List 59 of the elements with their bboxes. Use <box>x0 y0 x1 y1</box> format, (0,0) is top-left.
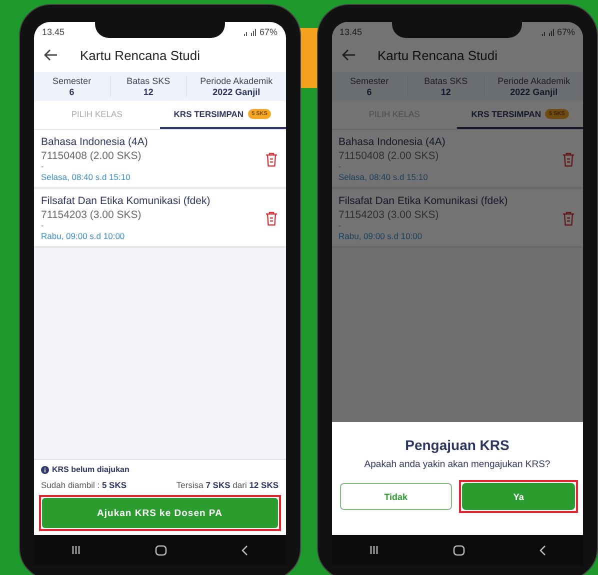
recent-apps-icon[interactable] <box>71 545 82 555</box>
course-code: 71150408 (2.00 SKS) <box>41 150 142 162</box>
course-note: - <box>41 162 45 171</box>
course-name: Bahasa Indonesia (4A) <box>41 136 149 148</box>
course-card[interactable]: Bahasa Indonesia (4A) 71150408 (2.00 SKS) - Selasa, 08:40 s.d 15:10 <box>332 130 583 189</box>
status-time: 13.45 <box>340 27 362 37</box>
home-icon[interactable] <box>155 544 168 556</box>
info-label: Semester <box>350 76 389 86</box>
trash-icon[interactable] <box>562 152 575 166</box>
cancel-button[interactable]: Tidak <box>340 483 452 510</box>
screen-title: Kartu Rencana Studi <box>378 48 498 62</box>
course-note: - <box>338 221 342 230</box>
info-value: 6 <box>69 87 74 97</box>
info-label: Periode Akademik <box>498 76 570 86</box>
course-name: Filsafat Dan Etika Komunikasi (fdek) <box>338 195 509 207</box>
back-icon[interactable] <box>241 544 248 556</box>
info-value: 12 <box>440 87 451 97</box>
dialog-title: Pengajuan KRS <box>405 437 510 453</box>
tab[interactable]: PILIH KELAS <box>34 101 160 129</box>
battery-level: 67% <box>259 27 278 37</box>
screen-title: Kartu Rencana Studi <box>80 48 200 62</box>
back-arrow-icon[interactable] <box>44 49 58 61</box>
trash-icon[interactable] <box>562 210 575 226</box>
credits-taken: Sudah diambil : 5 SKS <box>41 480 127 490</box>
recent-apps-icon[interactable] <box>368 545 379 555</box>
signal-icon <box>243 28 258 36</box>
course-code: 71150408 (2.00 SKS) <box>338 150 440 162</box>
info-label: Batas SKS <box>424 76 468 86</box>
course-note: - <box>41 221 45 230</box>
course-name: Filsafat Dan Etika Komunikasi (fdek) <box>41 195 212 207</box>
status-time: 13.45 <box>42 27 65 37</box>
info-icon <box>41 466 49 474</box>
course-card[interactable]: Bahasa Indonesia (4A) 71150408 (2.00 SKS) - Selasa, 08:40 s.d 15:10 <box>34 130 286 189</box>
course-name: Bahasa Indonesia (4A) <box>338 136 446 148</box>
info-label: Batas SKS <box>126 76 170 86</box>
info-label: Semester <box>52 76 92 86</box>
info-value: 2022 Ganjil <box>510 87 558 97</box>
back-icon[interactable] <box>538 544 546 556</box>
signal-icon <box>540 28 555 36</box>
course-code: 71154203 (3.00 SKS) <box>338 209 440 221</box>
course-code: 71154203 (3.00 SKS) <box>41 209 142 221</box>
credits-remaining: Tersisa 7 SKS dari 12 SKS <box>176 480 278 490</box>
info-value: 2022 Ganjil <box>212 87 260 97</box>
submission-status: KRS belum diajukan <box>52 465 130 474</box>
course-note: - <box>338 162 342 171</box>
course-schedule: Selasa, 08:40 s.d 15:10 <box>338 172 429 182</box>
dialog-message: Apakah anda yakin akan mengajukan KRS? <box>364 459 550 470</box>
course-schedule: Rabu, 09:00 s.d 10:00 <box>338 231 424 241</box>
battery-level: 67% <box>556 27 575 37</box>
course-schedule: Rabu, 09:00 s.d 10:00 <box>41 231 126 241</box>
info-value: 12 <box>143 87 154 97</box>
info-label: Periode Akademik <box>200 76 273 86</box>
trash-icon[interactable] <box>264 210 278 226</box>
course-schedule: Selasa, 08:40 s.d 15:10 <box>41 172 132 182</box>
submit-button[interactable]: Ajukan KRS ke Dosen PA <box>42 498 278 528</box>
confirm-button[interactable]: Ya <box>462 483 575 510</box>
home-icon[interactable] <box>452 544 465 556</box>
info-value: 6 <box>366 87 372 97</box>
trash-icon[interactable] <box>264 152 278 166</box>
